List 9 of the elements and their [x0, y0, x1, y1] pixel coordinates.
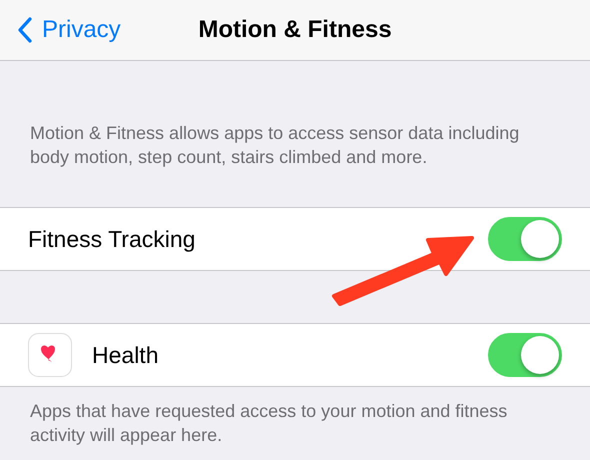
row-label: Health	[92, 342, 160, 368]
toggle-switch[interactable]	[488, 333, 562, 377]
toggle-switch[interactable]	[488, 217, 562, 261]
row-label: Fitness Tracking	[28, 226, 196, 252]
footer-text: Apps that have requested access to your motion and fitness activity will appear here.	[29, 400, 508, 447]
screen-title: Motion & Fitness	[198, 16, 392, 44]
description-text: Motion & Fitness allows apps to access sensor data including body motion, step count, stairs climbed and more.	[29, 122, 520, 169]
back-button[interactable]: Privacy	[0, 16, 121, 44]
chevron-icon	[18, 17, 32, 43]
